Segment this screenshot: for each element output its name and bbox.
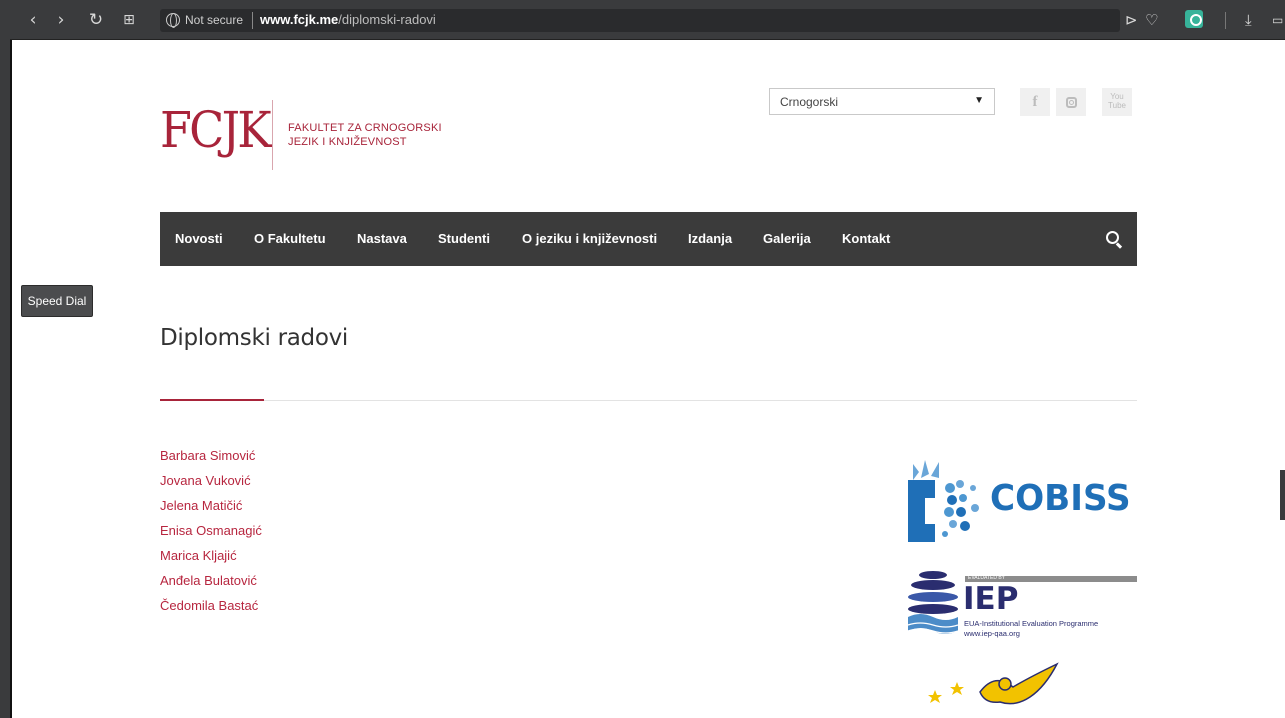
nav-item-nastava[interactable]: Nastava: [357, 212, 407, 266]
address-bar[interactable]: Not secure www.fcjk.me/diplomski-radovi: [160, 9, 1120, 32]
page-title: Diplomski radovi: [160, 325, 348, 351]
logo-divider: [272, 100, 273, 170]
language-select-value: Crnogorski: [780, 95, 839, 109]
speed-dial-grid-icon[interactable]: ⊞: [118, 9, 140, 31]
thesis-link[interactable]: Barbara Simović: [160, 443, 262, 468]
title-accent-line: [160, 399, 264, 401]
page-left-bar: [0, 0, 10, 718]
cobiss-logo-text[interactable]: COBISS: [990, 478, 1131, 519]
heart-icon[interactable]: ♡: [1145, 9, 1158, 31]
main-nav: Novosti O Fakultetu Nastava Studenti O j…: [160, 212, 1137, 266]
logo-text[interactable]: FAKULTET ZA CRNOGORSKI JEZIK I KNJIŽEVNO…: [288, 121, 442, 149]
page-left-edge: [10, 40, 12, 718]
vpn-extension-icon[interactable]: [1185, 10, 1203, 28]
url-host: www.fcjk.me: [260, 12, 339, 27]
url-path: /diplomski-radovi: [338, 12, 436, 27]
forward-icon[interactable]: ›: [50, 9, 72, 31]
search-icon[interactable]: [1106, 231, 1119, 244]
nav-item-izdanja[interactable]: Izdanja: [688, 212, 732, 266]
instagram-icon[interactable]: [1056, 88, 1086, 116]
nav-item-novosti[interactable]: Novosti: [175, 212, 223, 266]
scrollbar-thumb[interactable]: [1280, 470, 1285, 520]
title-divider: [160, 400, 1137, 401]
thesis-link[interactable]: Jovana Vuković: [160, 468, 262, 493]
speed-dial-button[interactable]: Speed Dial: [21, 285, 93, 317]
nav-item-galerija[interactable]: Galerija: [763, 212, 811, 266]
facebook-icon[interactable]: f: [1020, 88, 1050, 116]
logo-text-line2: JEZIK I KNJIŽEVNOST: [288, 136, 407, 148]
nav-item-kontakt[interactable]: Kontakt: [842, 212, 890, 266]
security-label: Not secure: [185, 13, 244, 27]
nav-item-studenti[interactable]: Studenti: [438, 212, 490, 266]
iep-subtitle: EUA-Institutional Evaluation Programme w…: [964, 619, 1099, 638]
eu-program-logo[interactable]: [925, 662, 1075, 718]
thesis-link[interactable]: Jelena Matičić: [160, 493, 262, 518]
site-logo[interactable]: FCJK: [160, 100, 272, 160]
language-select[interactable]: Crnogorski ▼: [769, 88, 995, 115]
globe-icon: [166, 13, 180, 28]
nav-item-o-jeziku[interactable]: O jeziku i književnosti: [522, 212, 657, 266]
chevron-down-icon: ▼: [974, 95, 984, 106]
thesis-link[interactable]: Anđela Bulatović: [160, 568, 262, 593]
reload-icon[interactable]: ↻: [85, 9, 107, 31]
youtube-icon[interactable]: You Tube: [1102, 88, 1132, 116]
download-icon[interactable]: ⤓: [1245, 9, 1252, 31]
url-text[interactable]: www.fcjk.me/diplomski-radovi: [260, 12, 436, 27]
thesis-link[interactable]: Marica Kljajić: [160, 543, 262, 568]
battery-icon: ▭: [1272, 13, 1284, 27]
iep-title[interactable]: IEP: [963, 583, 1018, 615]
thesis-link[interactable]: Čedomila Bastać: [160, 593, 262, 618]
theses-list: Barbara Simović Jovana Vuković Jelena Ma…: [160, 443, 262, 618]
send-icon[interactable]: ⊳: [1125, 9, 1138, 31]
browser-toolbar: ‹ › ↻ ⊞ Not secure www.fcjk.me/diplomski…: [10, 0, 1285, 40]
logo-text-line1: FAKULTET ZA CRNOGORSKI: [288, 122, 442, 134]
toolbar-divider: [1225, 12, 1226, 29]
thesis-link[interactable]: Enisa Osmanagić: [160, 518, 262, 543]
address-divider: [252, 12, 253, 29]
back-icon[interactable]: ‹: [22, 9, 44, 31]
nav-item-o-fakultetu[interactable]: O Fakultetu: [254, 212, 326, 266]
